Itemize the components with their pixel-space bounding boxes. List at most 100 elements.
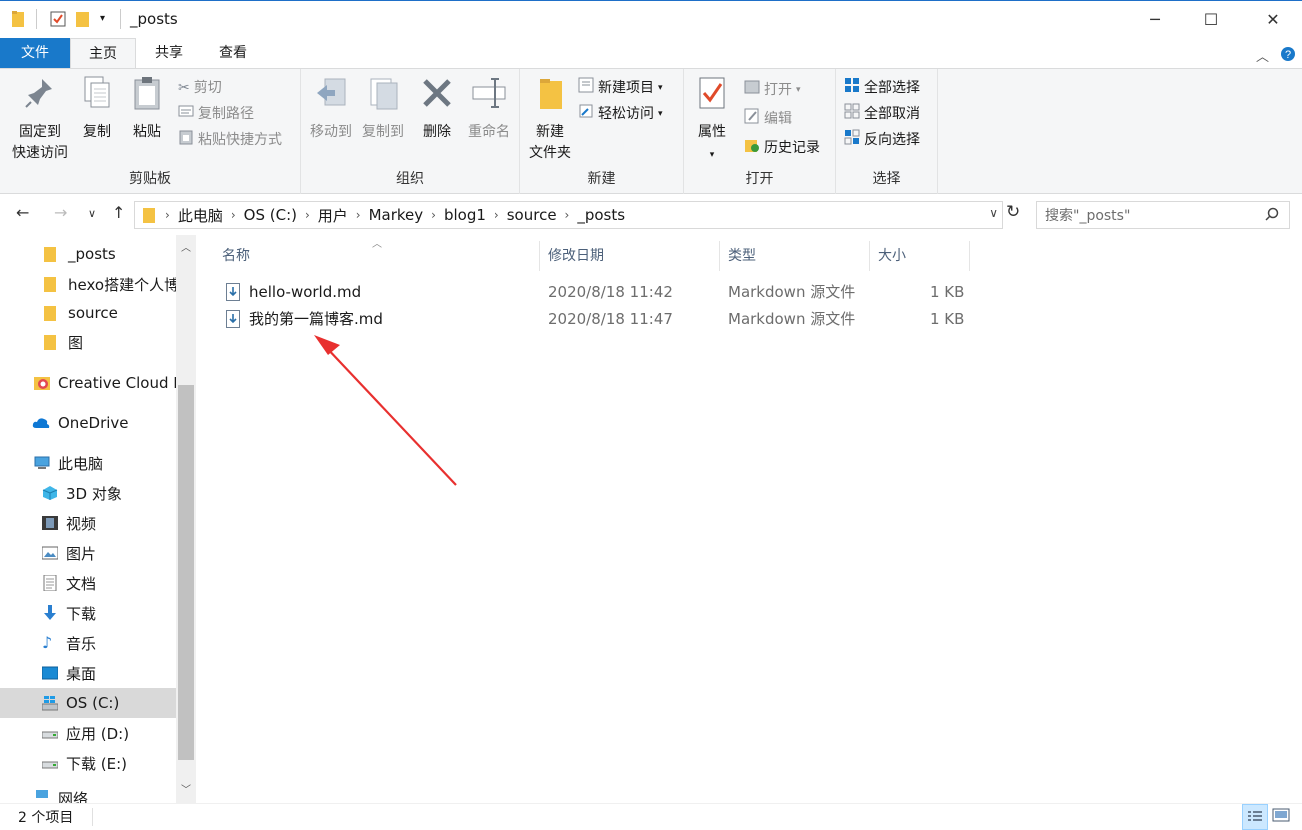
column-header-modified[interactable]: 修改日期 bbox=[540, 241, 720, 271]
close-button[interactable]: ✕ bbox=[1250, 1, 1296, 38]
tab-view[interactable]: 查看 bbox=[202, 38, 264, 68]
select-none-button[interactable]: 全部取消 bbox=[844, 103, 920, 125]
address-bar[interactable]: › 此电脑 › OS (C:) › 用户 › Markey › blog1 › … bbox=[134, 201, 1003, 229]
sidebar-item-app-d[interactable]: 应用 (D:) bbox=[0, 718, 176, 748]
sidebar-item-network[interactable]: 网络 bbox=[0, 788, 176, 803]
table-row[interactable]: hello-world.md 2020/8/18 11:42 Markdown … bbox=[222, 279, 982, 305]
paste-shortcut-button[interactable]: 粘贴快捷方式 bbox=[178, 129, 282, 151]
invert-selection-icon bbox=[844, 129, 860, 152]
sidebar-item-music[interactable]: ♪ 音乐 bbox=[0, 628, 176, 658]
scrollbar-thumb[interactable] bbox=[178, 385, 194, 760]
select-all-button[interactable]: 全部选择 bbox=[844, 77, 920, 99]
sidebar-item-os-c[interactable]: OS (C:) bbox=[0, 688, 176, 718]
breadcrumb-separator[interactable]: › bbox=[229, 208, 238, 222]
collapse-ribbon-icon[interactable]: ︿ bbox=[1256, 46, 1269, 65]
maximize-button[interactable]: ☐ bbox=[1188, 1, 1234, 38]
drive-icon bbox=[41, 755, 59, 771]
item-count: 2 个项目 bbox=[18, 810, 74, 826]
breadcrumb-separator[interactable]: › bbox=[429, 208, 438, 222]
dropdown-arrow-icon: ▾ bbox=[658, 83, 663, 93]
rename-button[interactable]: 重命名 bbox=[463, 75, 515, 143]
copy-button[interactable]: 复制 bbox=[76, 75, 118, 143]
breadcrumb-source[interactable]: source bbox=[501, 206, 563, 224]
forward-arrow-icon[interactable]: → bbox=[54, 203, 67, 222]
breadcrumb-separator[interactable]: › bbox=[354, 208, 363, 222]
tab-share[interactable]: 共享 bbox=[138, 38, 200, 68]
cut-button[interactable]: ✂ 剪切 bbox=[178, 77, 222, 99]
breadcrumb-markey[interactable]: Markey bbox=[363, 206, 430, 224]
sidebar-item-onedrive[interactable]: OneDrive bbox=[0, 408, 176, 438]
sidebar-item-videos[interactable]: 视频 bbox=[0, 508, 176, 538]
address-dropdown-icon[interactable]: ∨ bbox=[989, 206, 998, 220]
markdown-file-icon bbox=[226, 283, 240, 305]
breadcrumb-separator[interactable]: › bbox=[492, 208, 501, 222]
sidebar-item-hexo[interactable]: hexo搭建个人博 bbox=[0, 269, 176, 299]
column-header-name[interactable]: 名称 bbox=[214, 241, 540, 271]
customize-quick-access-icon[interactable]: ▾ bbox=[100, 13, 105, 24]
breadcrumb-blog1[interactable]: blog1 bbox=[438, 206, 492, 224]
pin-to-quick-access-button[interactable]: 固定到 快速访问 bbox=[8, 75, 72, 164]
new-folder-button[interactable]: 新建 文件夹 bbox=[524, 75, 576, 164]
breadcrumb-separator[interactable]: › bbox=[303, 208, 312, 222]
details-view-icon[interactable] bbox=[1242, 804, 1268, 830]
help-icon[interactable]: ? bbox=[1280, 46, 1296, 66]
paste-button[interactable]: 粘贴 bbox=[126, 75, 168, 143]
breadcrumb-os-c[interactable]: OS (C:) bbox=[238, 206, 303, 224]
new-folder-icon[interactable] bbox=[76, 11, 90, 31]
scroll-down-icon[interactable]: ﹀ bbox=[181, 781, 191, 796]
sidebar-item-3d-objects[interactable]: 3D 对象 bbox=[0, 478, 176, 508]
sidebar-scrollbar[interactable]: ︿ ﹀ bbox=[176, 235, 196, 803]
invert-selection-button[interactable]: 反向选择 bbox=[844, 129, 920, 151]
copy-path-button[interactable]: 复制路径 bbox=[178, 103, 254, 125]
properties-button[interactable]: 属性 ▾ bbox=[690, 75, 734, 166]
file-name: hello-world.md bbox=[249, 283, 362, 301]
history-button[interactable]: 历史记录 bbox=[744, 137, 820, 159]
sidebar-item-pictures[interactable]: 图片 bbox=[0, 538, 176, 568]
easy-access-button[interactable]: 轻松访问 ▾ bbox=[578, 103, 663, 125]
pin-icon bbox=[8, 75, 72, 118]
tab-home[interactable]: 主页 bbox=[70, 38, 136, 68]
delete-button[interactable]: 删除 bbox=[417, 75, 457, 143]
navigation-pane: _posts hexo搭建个人博 source 图 Creative Cloud… bbox=[0, 235, 196, 803]
move-to-button[interactable]: 移动到 bbox=[305, 75, 357, 143]
refresh-icon[interactable]: ↻ bbox=[1006, 202, 1020, 222]
search-input[interactable]: 搜索"_posts" bbox=[1036, 201, 1290, 229]
large-icons-view-icon[interactable] bbox=[1272, 807, 1290, 829]
sidebar-item-posts[interactable]: _posts bbox=[0, 239, 176, 269]
sidebar-item-this-pc[interactable]: 此电脑 bbox=[0, 448, 176, 478]
breadcrumb-this-pc[interactable]: 此电脑 bbox=[172, 205, 229, 226]
group-new: 新建 文件夹 新建项目 ▾ 轻松访问 ▾ 新建 bbox=[520, 69, 684, 194]
up-arrow-icon[interactable]: ↑ bbox=[112, 203, 125, 222]
copy-path-icon bbox=[178, 103, 194, 125]
column-header-size[interactable]: 大小 bbox=[870, 241, 970, 271]
file-list: ︿ 名称 修改日期 类型 大小 hello-world.md 2020/8/18… bbox=[196, 235, 1302, 803]
new-item-button[interactable]: 新建项目 ▾ bbox=[578, 77, 663, 99]
sidebar-item-download-e[interactable]: 下载 (E:) bbox=[0, 748, 176, 778]
sidebar-item-downloads[interactable]: 下载 bbox=[0, 598, 176, 628]
new-folder-icon bbox=[524, 75, 576, 118]
computer-icon bbox=[34, 455, 50, 471]
breadcrumb-separator[interactable]: › bbox=[563, 208, 572, 222]
tab-file[interactable]: 文件 bbox=[0, 38, 70, 68]
edit-button[interactable]: 编辑 bbox=[744, 108, 792, 130]
sidebar-item-pictures-folder[interactable]: 图 bbox=[0, 327, 176, 357]
folder-icon bbox=[44, 246, 60, 262]
breadcrumb-users[interactable]: 用户 bbox=[312, 205, 354, 226]
scroll-up-icon[interactable]: ︿ bbox=[181, 239, 191, 254]
file-type: Markdown 源文件 bbox=[728, 310, 856, 328]
breadcrumb-posts[interactable]: _posts bbox=[571, 206, 631, 224]
back-arrow-icon[interactable]: ← bbox=[16, 203, 29, 222]
new-folder-label-1: 新建 bbox=[536, 124, 564, 140]
rename-label: 重命名 bbox=[468, 124, 510, 140]
copy-to-button[interactable]: 复制到 bbox=[357, 75, 409, 143]
sidebar-item-desktop[interactable]: 桌面 bbox=[0, 658, 176, 688]
properties-icon[interactable] bbox=[50, 11, 66, 31]
minimize-button[interactable]: ─ bbox=[1132, 1, 1178, 38]
sidebar-item-source[interactable]: source bbox=[0, 298, 176, 328]
sidebar-item-documents[interactable]: 文档 bbox=[0, 568, 176, 598]
navigation-row: ← → ∨ ↑ › 此电脑 › OS (C:) › 用户 › Markey › … bbox=[0, 195, 1302, 235]
sidebar-item-creative-cloud[interactable]: Creative Cloud F bbox=[0, 368, 176, 398]
open-button[interactable]: 打开 ▾ bbox=[744, 79, 801, 101]
column-header-type[interactable]: 类型 bbox=[720, 241, 870, 271]
recent-locations-icon[interactable]: ∨ bbox=[88, 207, 96, 220]
